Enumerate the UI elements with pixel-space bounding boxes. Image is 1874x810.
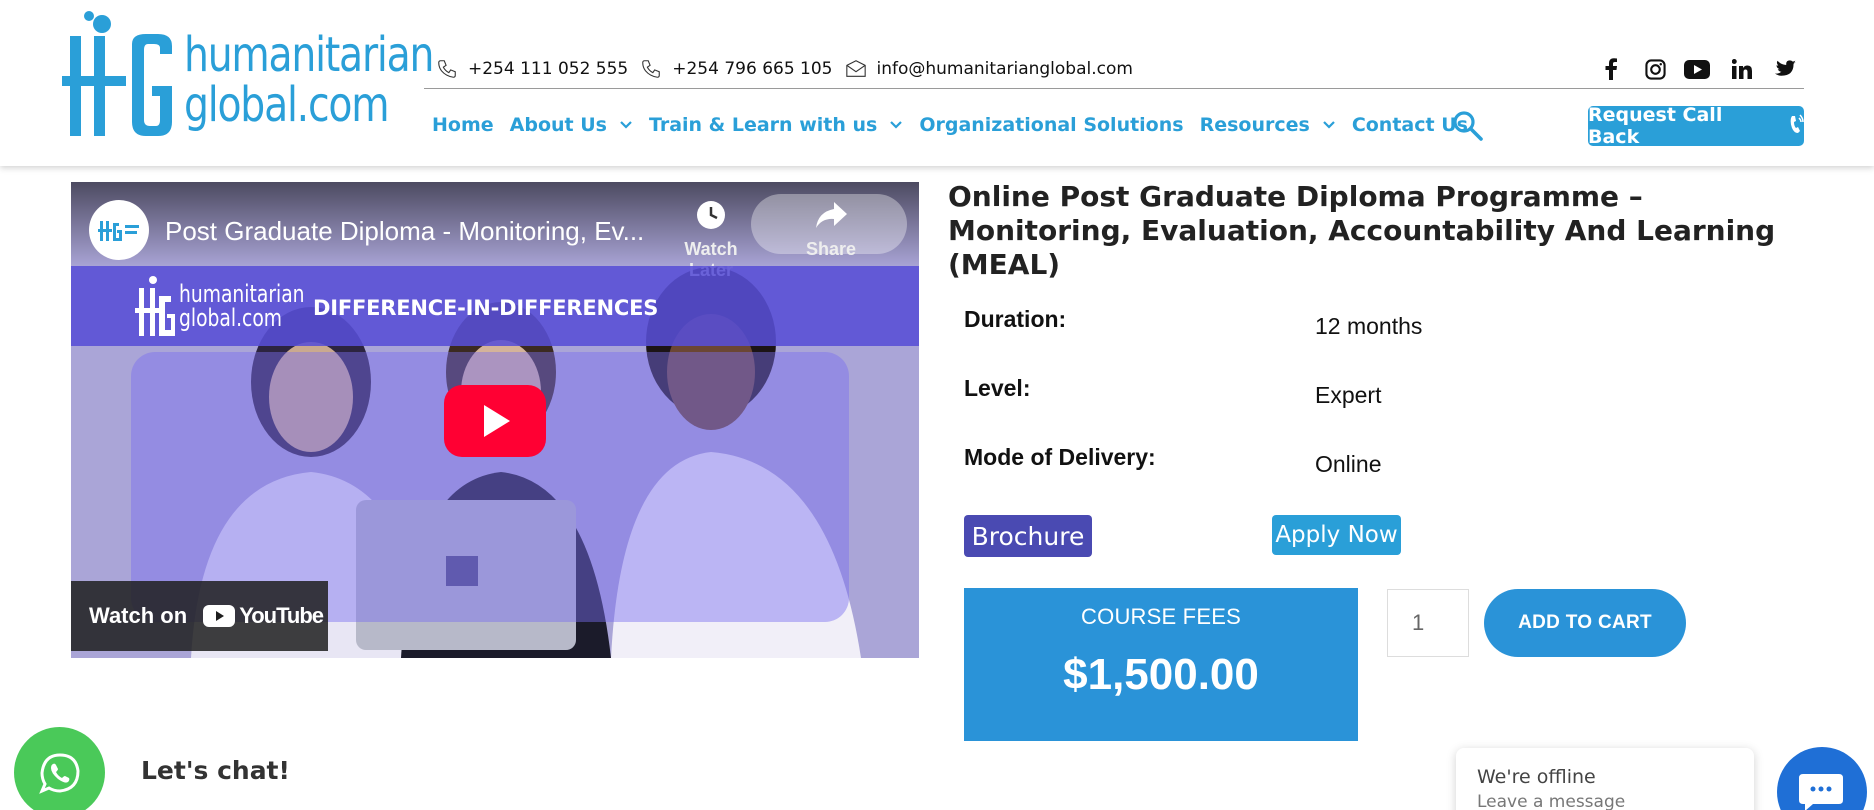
whatsapp-chat-button[interactable] <box>14 727 105 810</box>
clock-icon <box>697 201 725 229</box>
youtube-icon[interactable] <box>1682 54 1712 84</box>
phone-ringing-icon <box>1786 113 1804 140</box>
youtube-logo: YouTube <box>203 603 324 629</box>
youtube-video-embed[interactable]: Post Graduate Diploma - Monitoring, Ev..… <box>71 182 919 658</box>
duration-label: Duration: <box>964 306 1067 332</box>
watch-on-youtube-button[interactable]: Watch on YouTube <box>71 581 328 651</box>
level-label: Level: <box>964 375 1031 401</box>
chat-bubble-icon <box>1799 774 1843 810</box>
channel-avatar[interactable] <box>89 200 149 260</box>
delivery-mode-label: Mode of Delivery: <box>964 444 1156 470</box>
site-header: humanitarian global.com +254 111 052 555… <box>0 0 1874 166</box>
nav-about-us[interactable]: About Us <box>510 114 633 136</box>
site-logo[interactable]: humanitarian global.com <box>62 4 434 164</box>
apply-now-button[interactable]: Apply Now <box>1272 515 1401 555</box>
search-icon[interactable] <box>1452 110 1484 142</box>
facebook-icon[interactable] <box>1596 54 1626 84</box>
youtube-icon <box>203 605 236 627</box>
logo-text: humanitarian global.com <box>184 27 434 133</box>
request-call-back-button[interactable]: Request Call Back <box>1588 104 1804 148</box>
offline-title: We're offline <box>1477 766 1596 788</box>
logo-mark-icon <box>135 276 175 336</box>
share-button[interactable]: Share <box>751 194 911 260</box>
video-banner: humanitarian global.com DIFFERENCE-IN-DI… <box>71 266 919 346</box>
nav-organizational-solutions[interactable]: Organizational Solutions <box>919 114 1183 136</box>
video-title[interactable]: Post Graduate Diploma - Monitoring, Ev..… <box>165 216 685 247</box>
course-title: Online Post Graduate Diploma Programme –… <box>948 180 1776 281</box>
duration-value: 12 months <box>1315 313 1423 339</box>
add-to-cart-button[interactable]: ADD TO CART <box>1484 589 1686 657</box>
chevron-down-icon <box>1322 118 1336 132</box>
course-fees-value: $1,500.00 <box>1063 650 1259 699</box>
quantity-input[interactable]: 1 <box>1387 589 1469 657</box>
lets-chat-label[interactable]: Let's chat! <box>141 756 290 785</box>
whatsapp-icon <box>38 752 80 794</box>
chevron-down-icon <box>889 118 903 132</box>
header-divider <box>424 88 1804 89</box>
phone-icon <box>638 58 664 80</box>
share-arrow-icon <box>816 202 847 228</box>
banner-heading: DIFFERENCE-IN-DIFFERENCES <box>313 296 659 320</box>
nav-resources[interactable]: Resources <box>1200 114 1336 136</box>
chevron-down-icon <box>619 118 633 132</box>
live-chat-button[interactable] <box>1777 747 1867 810</box>
twitter-icon[interactable] <box>1770 54 1800 84</box>
play-icon <box>444 385 546 457</box>
phone-number-2[interactable]: +254 796 665 105 <box>672 59 832 79</box>
main-nav: Home About Us Train & Learn with us Orga… <box>432 108 1484 142</box>
level-value: Expert <box>1315 382 1382 408</box>
chat-offline-card[interactable]: We're offline Leave a message <box>1456 748 1754 810</box>
envelope-icon <box>843 58 869 80</box>
logo-mark-icon <box>62 11 172 136</box>
brochure-button[interactable]: Brochure <box>964 515 1092 557</box>
offline-subtitle: Leave a message <box>1477 792 1626 810</box>
course-fees-box: COURSE FEES $1,500.00 <box>964 588 1358 741</box>
phone-number-1[interactable]: +254 111 052 555 <box>468 59 628 79</box>
play-button[interactable] <box>444 385 546 457</box>
linkedin-icon[interactable] <box>1727 54 1757 84</box>
phone-icon <box>434 58 460 80</box>
course-fees-label: COURSE FEES <box>1081 604 1241 629</box>
nav-home[interactable]: Home <box>432 114 494 136</box>
instagram-icon[interactable] <box>1640 54 1670 84</box>
email-link[interactable]: info@humanitarianglobal.com <box>877 59 1133 79</box>
contact-bar: +254 111 052 555 +254 796 665 105 info@h… <box>434 54 1143 84</box>
delivery-mode-value: Online <box>1315 451 1382 477</box>
nav-contact-us[interactable]: Contact Us <box>1352 114 1468 136</box>
nav-train-learn[interactable]: Train & Learn with us <box>649 114 903 136</box>
